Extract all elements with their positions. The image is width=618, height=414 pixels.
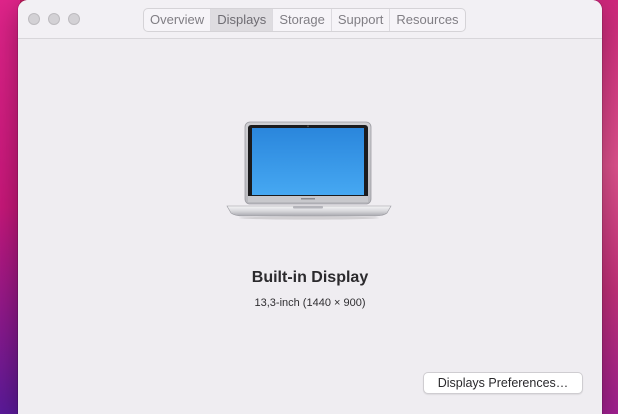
close-window-button[interactable] [28,13,40,25]
macbook-air-icon [226,121,392,220]
displays-preferences-button[interactable]: Displays Preferences… [423,372,583,394]
minimize-window-button[interactable] [48,13,60,25]
tab-displays[interactable]: Displays [211,9,274,31]
titlebar: Overview Displays Storage Support Resour… [18,0,602,39]
tab-overview[interactable]: Overview [144,9,212,31]
desktop-wallpaper-left [0,0,20,414]
display-name: Built-in Display [251,269,369,286]
tab-support[interactable]: Support [332,9,391,31]
tab-storage[interactable]: Storage [273,9,332,31]
about-this-mac-window: Overview Displays Storage Support Resour… [18,0,602,414]
zoom-window-button[interactable] [68,13,80,25]
tab-resources[interactable]: Resources [390,9,464,31]
tab-bar: Overview Displays Storage Support Resour… [143,8,466,32]
display-resolution: 13,3-inch (1440 × 900) [254,297,366,309]
